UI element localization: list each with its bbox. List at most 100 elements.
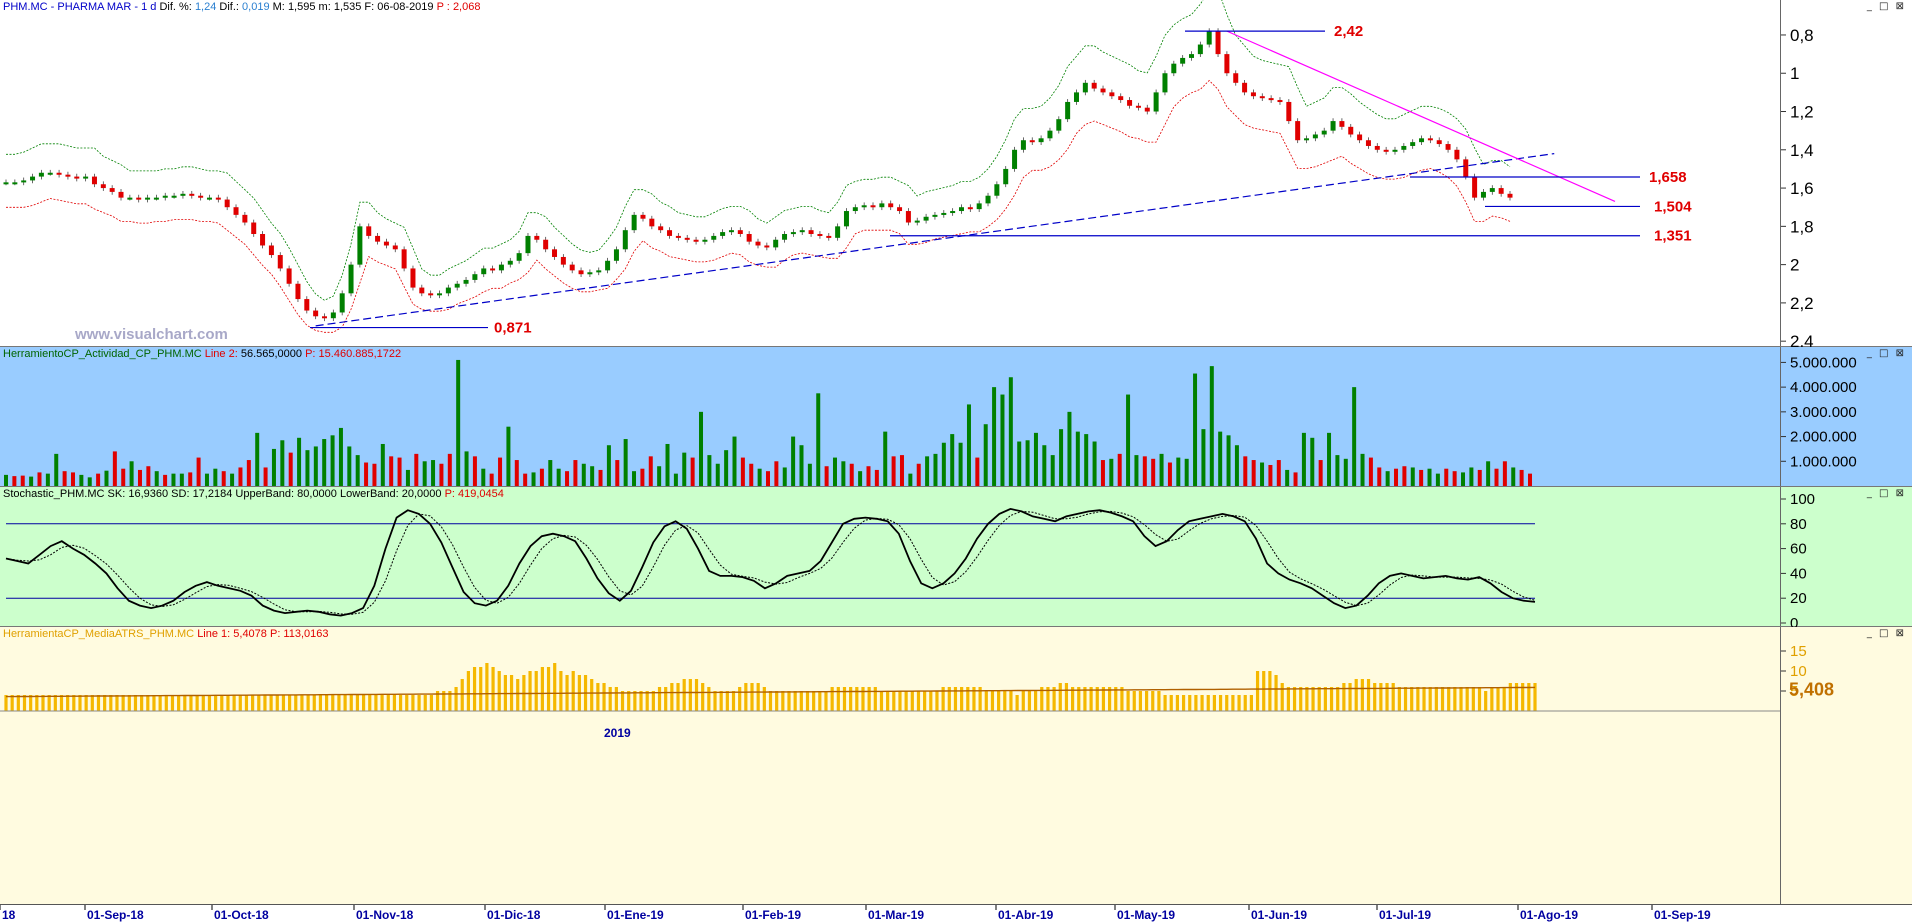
volume-bar (414, 453, 419, 486)
price-candle (348, 264, 354, 294)
price-candle (242, 214, 248, 223)
volume-bar (606, 445, 611, 486)
volume-bar (1293, 472, 1298, 486)
volume-bar (213, 468, 218, 486)
atr-bar (1459, 687, 1463, 711)
window-controls[interactable]: _ □ ⊠ (1867, 628, 1906, 639)
price-candle (1357, 134, 1363, 141)
volume-bar (1452, 471, 1457, 486)
price-candle (525, 235, 531, 254)
price-candle (1383, 149, 1389, 152)
price-candle (605, 260, 611, 271)
date-tick-label: 01-Nov-18 (356, 908, 414, 922)
price-candle (153, 197, 159, 200)
volume-bar (565, 471, 570, 486)
atr-bar (1385, 683, 1389, 711)
atr-bar (540, 667, 544, 711)
price-candle (330, 312, 336, 319)
atr-bar (1262, 671, 1266, 711)
atr-bar (1132, 691, 1136, 711)
dif-pct-value: 1,24 (194, 1, 217, 13)
atr-bar (417, 695, 421, 711)
volume-bar (1494, 468, 1499, 486)
atr-axis-separator (1780, 627, 1781, 904)
atr-bar (1391, 683, 1395, 711)
atr-bar (571, 671, 575, 711)
support-trendline (315, 153, 1555, 327)
price-candle (879, 203, 885, 208)
atr-bar (1336, 687, 1340, 711)
volume-bar (590, 466, 595, 486)
volume-bar (464, 451, 469, 486)
volume-bar (230, 473, 235, 486)
price-candle (543, 239, 549, 250)
window-controls[interactable]: _ □ ⊠ (1867, 348, 1906, 359)
window-controls[interactable]: _ □ ⊠ (1867, 1, 1906, 12)
price-candle (1277, 100, 1283, 103)
price-candle (1056, 119, 1062, 131)
atr-bar (1453, 687, 1457, 711)
stoch-sk-line (5, 507, 1536, 617)
atr-header: HerramientaCP_MediaATRS_PHM.MC Line 1: 5… (3, 628, 329, 640)
volume-bar (632, 471, 637, 486)
volume-bar (87, 477, 92, 486)
price-candle (321, 316, 327, 319)
price-candle (985, 195, 991, 204)
atr-bar (472, 667, 477, 711)
price-candle (578, 270, 584, 275)
atr-bar (214, 695, 218, 711)
price-candle (410, 268, 416, 288)
atr-bar (1490, 687, 1494, 711)
p-value: 2,068 (452, 1, 481, 13)
atr-bar (251, 695, 255, 711)
volume-header: HerramientoCP_Actividad_CP_PHM.MC Line 2… (3, 348, 402, 360)
watermark: www.visualchart.com (75, 326, 228, 343)
volume-bar (1100, 460, 1105, 486)
atr-bar (1015, 695, 1019, 711)
volume-bar (883, 431, 888, 486)
price-candle (74, 176, 80, 179)
price-candle (569, 264, 575, 271)
atr-bar (1286, 687, 1290, 711)
atr-bar (392, 695, 397, 711)
volume-bar (573, 460, 578, 486)
atr-bar (361, 695, 366, 711)
atr-bar (1138, 691, 1143, 711)
price-chart: 2,42 1,658 1,504 1,351 0,871 2,4 2,2 2 1,8 1,6 1,4… (3, 0, 1814, 347)
price-candle (445, 287, 451, 294)
atr-bar (1144, 691, 1149, 711)
date-axis-svg: 18 01-Sep-18 01-Oct-18 01-Nov-18 01-Dic-18 01… (0, 905, 1711, 922)
volume-bar (992, 387, 997, 486)
volume-bar (615, 460, 620, 486)
atr-bar (1354, 679, 1358, 711)
volume-bar (950, 434, 955, 486)
volume-bar (891, 456, 896, 486)
price-candle (764, 245, 770, 248)
atr-bar (29, 695, 33, 711)
atr-bar (546, 667, 551, 711)
atr-bar (355, 695, 360, 711)
stoch-y-tick-label: 40 (1790, 565, 1807, 582)
volume-bar (347, 446, 352, 486)
atr-bar (1379, 683, 1383, 711)
date-tick-label: 01-Ene-19 (607, 908, 664, 922)
date-tick-label: 01-May-19 (1117, 908, 1175, 922)
volume-bar (271, 448, 276, 486)
volume-y-tick-label: 2.000.000 (1790, 429, 1857, 446)
volume-bar (849, 463, 854, 486)
window-controls[interactable]: _ □ ⊠ (1867, 488, 1906, 499)
atr-bar (1194, 695, 1198, 711)
volume-bar (263, 467, 268, 486)
atr-bar (177, 695, 181, 711)
atr-bar (694, 679, 699, 711)
volume-bar (431, 460, 436, 486)
volume-bar (841, 461, 846, 486)
price-candle (1401, 145, 1407, 150)
atr-bar (491, 667, 495, 711)
level-1-658-label: 1,658 (1649, 169, 1687, 186)
volume-bar (1352, 387, 1357, 486)
price-candle (189, 193, 195, 196)
price-candle (516, 253, 522, 261)
volume-bar (1528, 473, 1532, 486)
volume-bar (807, 463, 812, 486)
